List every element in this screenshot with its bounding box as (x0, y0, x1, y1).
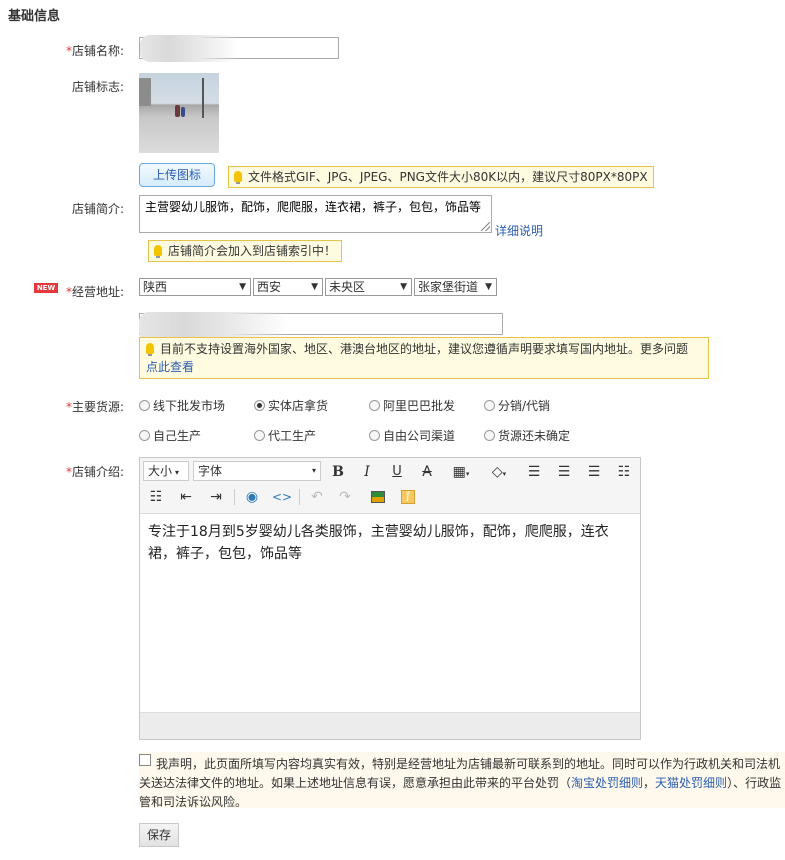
numbered-list-icon[interactable]: ☷ (145, 487, 167, 507)
radio-circle-icon (484, 430, 495, 441)
editor-status-bar (140, 712, 640, 739)
shop-intro-textarea[interactable]: 主营婴幼儿服饰，配饰，爬爬服，连衣裙，裤子，包包，饰品等 (139, 195, 492, 233)
caret-down-icon: ▾ (175, 468, 180, 477)
resize-handle-icon[interactable] (481, 222, 490, 231)
bold-icon[interactable]: B (327, 462, 349, 482)
dropdown-arrow-icon: ▼ (311, 282, 318, 292)
flash-icon[interactable]: ƒ (397, 487, 419, 507)
align-center-icon[interactable]: ☰ (553, 462, 575, 482)
radio-circle-icon (369, 430, 380, 441)
radio-wholesale-market[interactable]: 线下批发市场 (139, 397, 225, 414)
radio-circle-icon (484, 400, 495, 411)
upload-logo-button[interactable]: 上传图标 (139, 163, 215, 187)
section-title: 基础信息 (8, 9, 61, 24)
font-family-dropdown[interactable]: 字体 ▾ (193, 461, 321, 481)
city-select[interactable]: 西安 ▼ (253, 278, 323, 296)
lightbulb-icon (154, 245, 162, 258)
fill-color-icon[interactable]: ◇▾ (484, 462, 514, 482)
shop-logo-label: 店铺标志: (71, 80, 124, 94)
radio-distribution[interactable]: 分销/代销 (484, 397, 550, 414)
editor-content[interactable]: 专注于18月到5岁婴幼儿各类服饰，主营婴幼儿服饰，配饰，爬爬服，连衣裙，裤子，包… (148, 521, 618, 565)
street-select[interactable]: 张家堡街道 ▼ (414, 278, 497, 296)
shop-desc-label: *店铺介绍: (65, 465, 124, 479)
indent-icon[interactable]: ⇥ (205, 487, 227, 507)
italic-icon[interactable]: I (356, 462, 378, 482)
declaration-text: 我声明，此页面所填写内容均真实有效，特别是经营地址为店铺最新可联系到的地址。同时… (139, 757, 782, 809)
logo-format-tip: 文件格式GIF、JPG、JPEG、PNG文件大小80K以内，建议尺寸80PX*8… (228, 166, 654, 188)
tmall-rules-link[interactable]: 天猫处罚细则 (655, 776, 727, 790)
rich-text-editor: 大小 ▾ 字体 ▾ B I U A ▦▾ ◇▾ ☰ ☰ ☰ ☷ ☷ ⇤ ⇥ ◉ <>… (139, 457, 641, 740)
radio-self-production[interactable]: 自己生产 (139, 427, 201, 444)
view-more-link[interactable]: 点此查看 (146, 360, 194, 374)
radio-alibaba[interactable]: 阿里巴巴批发 (369, 397, 455, 414)
radio-circle-icon (254, 430, 265, 441)
save-button[interactable]: 保存 (139, 823, 179, 847)
dropdown-arrow-icon: ▼ (239, 282, 246, 292)
radio-circle-icon (369, 400, 380, 411)
province-select[interactable]: 陕西 ▼ (139, 278, 251, 296)
radio-retail-store[interactable]: 实体店拿货 (254, 397, 328, 414)
redo-icon[interactable]: ↷ (334, 487, 356, 507)
shop-name-label: *店铺名称: (65, 44, 124, 58)
strikethrough-icon[interactable]: A (416, 462, 438, 482)
link-icon[interactable]: ◉ (241, 487, 263, 507)
bullet-list-icon[interactable]: ☷ (613, 462, 635, 482)
image-icon[interactable] (367, 487, 389, 507)
radio-undecided[interactable]: 货源还未确定 (484, 427, 570, 444)
radio-circle-icon (139, 430, 150, 441)
redacted-shop-name (140, 35, 238, 62)
goods-source-label: *主要货源: (65, 400, 124, 414)
underline-icon[interactable]: U (386, 462, 408, 482)
align-right-icon[interactable]: ☰ (583, 462, 605, 482)
source-code-icon[interactable]: <> (271, 487, 293, 507)
radio-company-channel[interactable]: 自由公司渠道 (369, 427, 455, 444)
dropdown-arrow-icon: ▼ (485, 282, 492, 292)
intro-index-tip: 店铺简介会加入到店铺索引中！ (148, 240, 343, 262)
caret-down-icon: ▾ (311, 466, 316, 475)
taobao-rules-link[interactable]: 淘宝处罚细则 (571, 776, 643, 790)
toolbar-separator (299, 489, 300, 505)
address-tip: 目前不支持设置海外国家、地区、港澳台地区的地址，建议您遵循声明要求填写国内地址。… (139, 337, 709, 379)
lightbulb-icon (234, 171, 242, 184)
shop-logo-image (139, 73, 219, 153)
dropdown-arrow-icon: ▼ (400, 282, 407, 292)
align-left-icon[interactable]: ☰ (523, 462, 545, 482)
radio-oem[interactable]: 代工生产 (254, 427, 316, 444)
undo-icon[interactable]: ↶ (306, 487, 328, 507)
lightbulb-icon (146, 343, 154, 356)
shop-intro-label: 店铺简介: (71, 202, 124, 216)
district-select[interactable]: 未央区 ▼ (325, 278, 412, 296)
table-icon[interactable]: ▦▾ (446, 462, 476, 482)
font-size-dropdown[interactable]: 大小 ▾ (143, 461, 189, 481)
radio-checked-icon (254, 400, 265, 411)
detail-link[interactable]: 详细说明 (495, 222, 543, 239)
toolbar-separator (234, 489, 235, 505)
outdent-icon[interactable]: ⇤ (175, 487, 197, 507)
radio-circle-icon (139, 400, 150, 411)
address-label: *经营地址: (65, 285, 124, 299)
